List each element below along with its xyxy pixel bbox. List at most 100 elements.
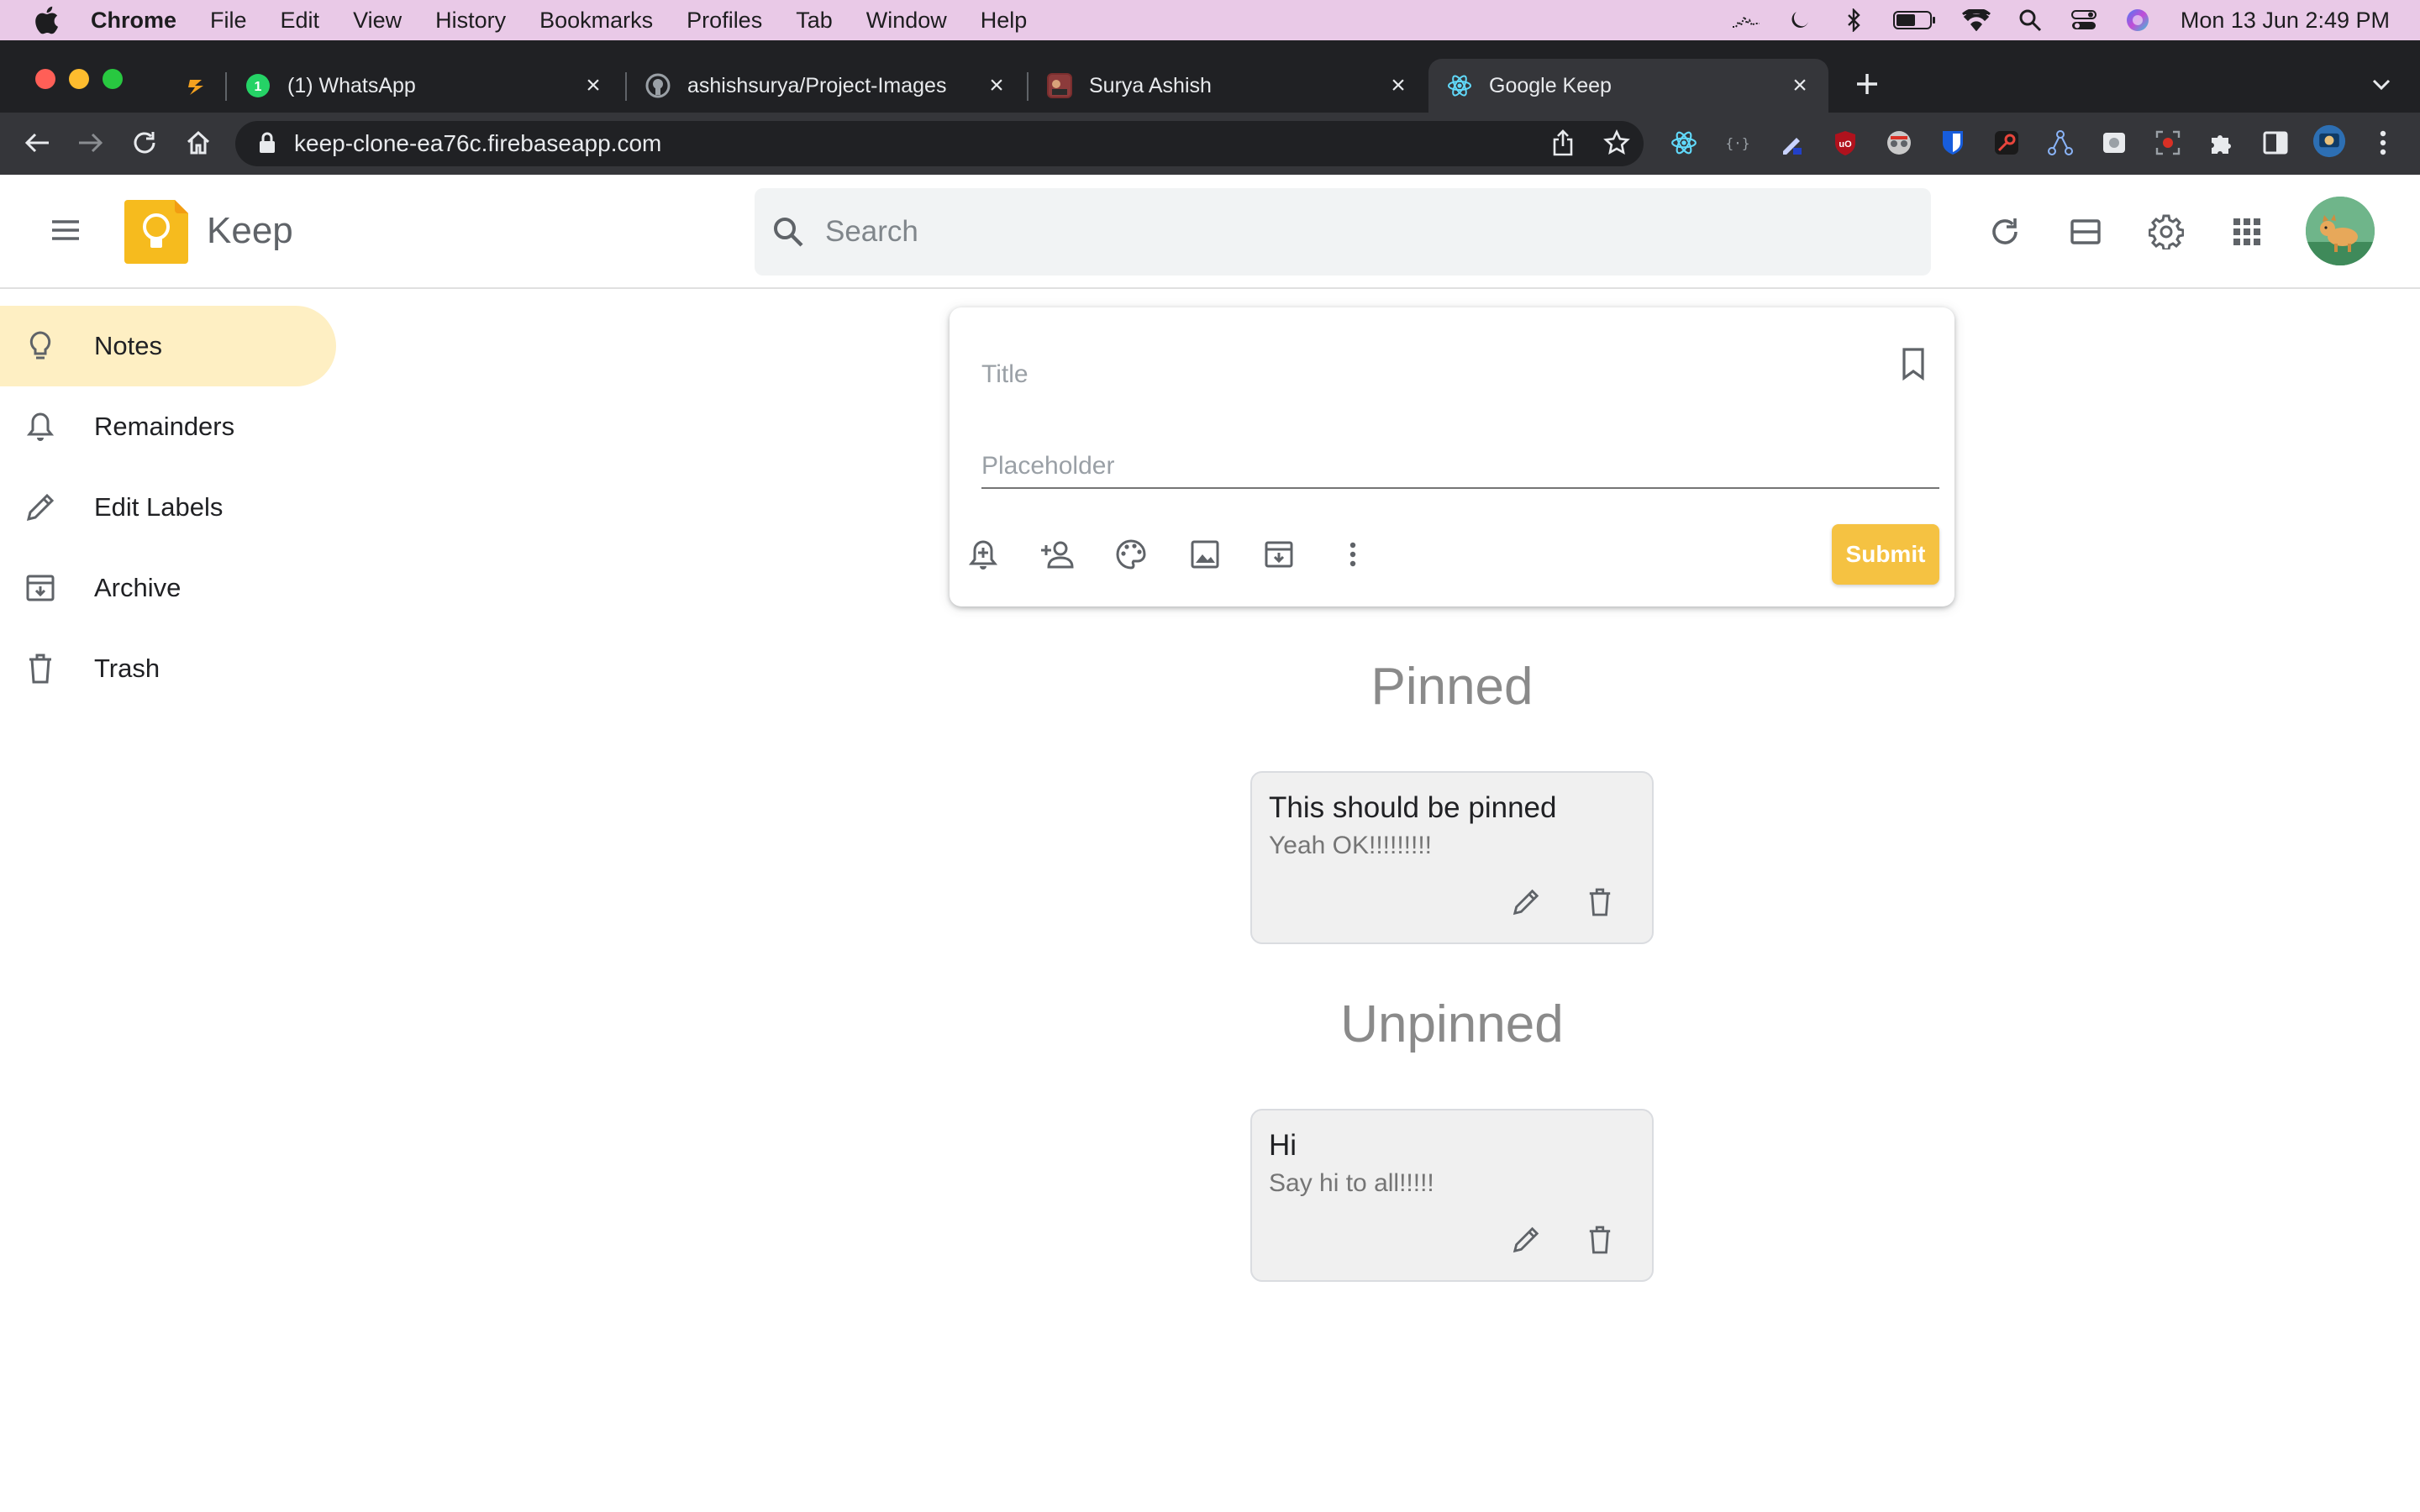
sidebar-item-archive[interactable]: Archive (0, 548, 336, 628)
menu-profiles[interactable]: Profiles (687, 8, 762, 34)
share-icon[interactable] (1546, 126, 1580, 160)
record-extension-icon[interactable] (2151, 126, 2185, 160)
refresh-icon[interactable] (1985, 212, 2025, 252)
apps-grid-icon[interactable] (2227, 212, 2267, 252)
bulb-icon (24, 329, 57, 363)
sidebar-item-remainders[interactable]: Remainders (0, 386, 336, 467)
sidebar-item-edit-labels[interactable]: Edit Labels (0, 467, 336, 548)
tab-title: ashishsurya/Project-Images (687, 73, 947, 97)
bookmark-star-icon[interactable] (1600, 126, 1634, 160)
json-extension-icon[interactable]: {·} (1721, 126, 1754, 160)
keep-brand-name[interactable]: Keep (207, 210, 293, 252)
apple-logo-icon[interactable] (34, 6, 59, 34)
add-reminder-icon[interactable] (965, 536, 1002, 573)
note-card[interactable]: Hi Say hi to all!!!!! (1250, 1109, 1654, 1282)
browser-tab-portfolio[interactable]: Surya Ashish × (1028, 59, 1427, 113)
sidebar-item-label: Archive (94, 573, 182, 602)
browser-tab-whatsapp[interactable]: 1 (1) WhatsApp × (227, 59, 622, 113)
search-bar[interactable] (755, 188, 1931, 276)
extensions-puzzle-icon[interactable] (2205, 126, 2238, 160)
graph-extension-icon[interactable] (2044, 126, 2077, 160)
tab-search-chevron-icon[interactable] (2365, 67, 2398, 101)
github-icon (645, 73, 671, 98)
edit-pencil-icon[interactable] (1507, 884, 1544, 921)
menubar-clock[interactable]: Mon 13 Jun 2:49 PM (2181, 8, 2390, 34)
delete-trash-icon[interactable] (1581, 884, 1618, 921)
sidebar-item-label: Edit Labels (94, 492, 224, 522)
pin-bookmark-icon[interactable] (1894, 344, 1933, 383)
siri-icon[interactable] (2123, 8, 2152, 33)
browser-tab-pinned[interactable] (165, 59, 224, 113)
tab-close-icon[interactable]: × (1386, 73, 1410, 98)
add-image-icon[interactable] (1186, 536, 1223, 573)
react-devtools-extension-icon[interactable] (1667, 126, 1701, 160)
browser-tab-google-keep[interactable]: Google Keep × (1428, 59, 1828, 113)
new-tab-plus-icon[interactable] (1850, 67, 1884, 101)
keep-logo-icon[interactable] (123, 198, 190, 265)
note-title-input[interactable] (981, 354, 1822, 395)
note-body-input[interactable] (981, 445, 1939, 489)
wifi-icon[interactable] (1961, 8, 1991, 33)
sidebar-item-trash[interactable]: Trash (0, 628, 336, 709)
spotlight-icon[interactable] (2016, 8, 2044, 33)
macos-menubar: Chrome File Edit View History Bookmarks … (0, 0, 2420, 40)
address-bar-url[interactable]: keep-clone-ea76c.firebaseapp.com (294, 130, 661, 157)
bitwarden-extension-icon[interactable] (1936, 126, 1970, 160)
delete-trash-icon[interactable] (1581, 1221, 1618, 1258)
home-icon[interactable] (182, 126, 215, 160)
archive-icon[interactable] (1260, 536, 1297, 573)
ublock-extension-icon[interactable]: uO (1828, 126, 1862, 160)
activity-icon[interactable] (1732, 8, 1760, 33)
browser-tab-github[interactable]: ashishsurya/Project-Images × (627, 59, 1025, 113)
reload-icon[interactable] (128, 126, 161, 160)
edit-pencil-icon[interactable] (1507, 1221, 1544, 1258)
palette-icon[interactable] (1113, 536, 1150, 573)
window-close-button[interactable] (35, 69, 55, 89)
add-collaborator-icon[interactable] (1039, 536, 1076, 573)
hamburger-menu-icon[interactable] (47, 212, 84, 249)
menu-history[interactable]: History (435, 8, 506, 34)
address-bar[interactable]: keep-clone-ea76c.firebaseapp.com (235, 121, 1644, 166)
bluetooth-icon[interactable] (1839, 8, 1868, 33)
sidebar-item-notes[interactable]: Notes (0, 306, 336, 386)
note-body: Yeah OK!!!!!!!!! (1269, 832, 1433, 859)
list-view-icon[interactable] (2065, 212, 2106, 252)
menu-edit[interactable]: Edit (281, 8, 320, 34)
more-options-icon[interactable] (1334, 536, 1371, 573)
control-center-icon[interactable] (2070, 8, 2098, 33)
svg-text:{·}: {·} (1726, 135, 1750, 151)
window-minimize-button[interactable] (69, 69, 89, 89)
note-card[interactable]: This should be pinned Yeah OK!!!!!!!!! (1250, 771, 1654, 944)
screenshot-extension-icon[interactable] (2097, 126, 2131, 160)
tab-close-icon[interactable]: × (581, 73, 605, 98)
key-extension-icon[interactable] (1990, 126, 2023, 160)
submit-button[interactable]: Submit (1832, 524, 1939, 585)
search-icon[interactable] (770, 213, 807, 250)
menu-view[interactable]: View (353, 8, 402, 34)
moon-icon[interactable] (1786, 8, 1814, 33)
bell-icon (24, 410, 57, 444)
settings-gear-icon[interactable] (2146, 212, 2186, 252)
menu-bookmarks[interactable]: Bookmarks (539, 8, 653, 34)
search-input[interactable] (825, 215, 1833, 249)
forward-arrow-icon[interactable] (74, 126, 108, 160)
profile-avatar-icon[interactable] (2312, 124, 2346, 158)
archive-icon (24, 571, 57, 605)
tab-close-icon[interactable]: × (1788, 73, 1812, 98)
user-avatar[interactable] (2306, 197, 2375, 265)
incognito-extension-icon[interactable] (1882, 126, 1916, 160)
side-panel-icon[interactable] (2259, 126, 2292, 160)
eyedropper-extension-icon[interactable] (1775, 126, 1808, 160)
chrome-menu-kebab-icon[interactable] (2366, 126, 2400, 160)
lock-icon[interactable] (259, 132, 279, 155)
menu-tab[interactable]: Tab (796, 8, 833, 34)
menu-window[interactable]: Window (866, 8, 947, 34)
tab-close-icon[interactable]: × (985, 73, 1008, 98)
menu-app-name[interactable]: Chrome (91, 8, 176, 34)
menu-help[interactable]: Help (981, 8, 1028, 34)
menu-file[interactable]: File (210, 8, 247, 34)
sidebar-item-label: Remainders (94, 412, 235, 441)
back-arrow-icon[interactable] (20, 126, 54, 160)
battery-icon[interactable] (1892, 8, 1937, 33)
window-zoom-button[interactable] (103, 69, 123, 89)
